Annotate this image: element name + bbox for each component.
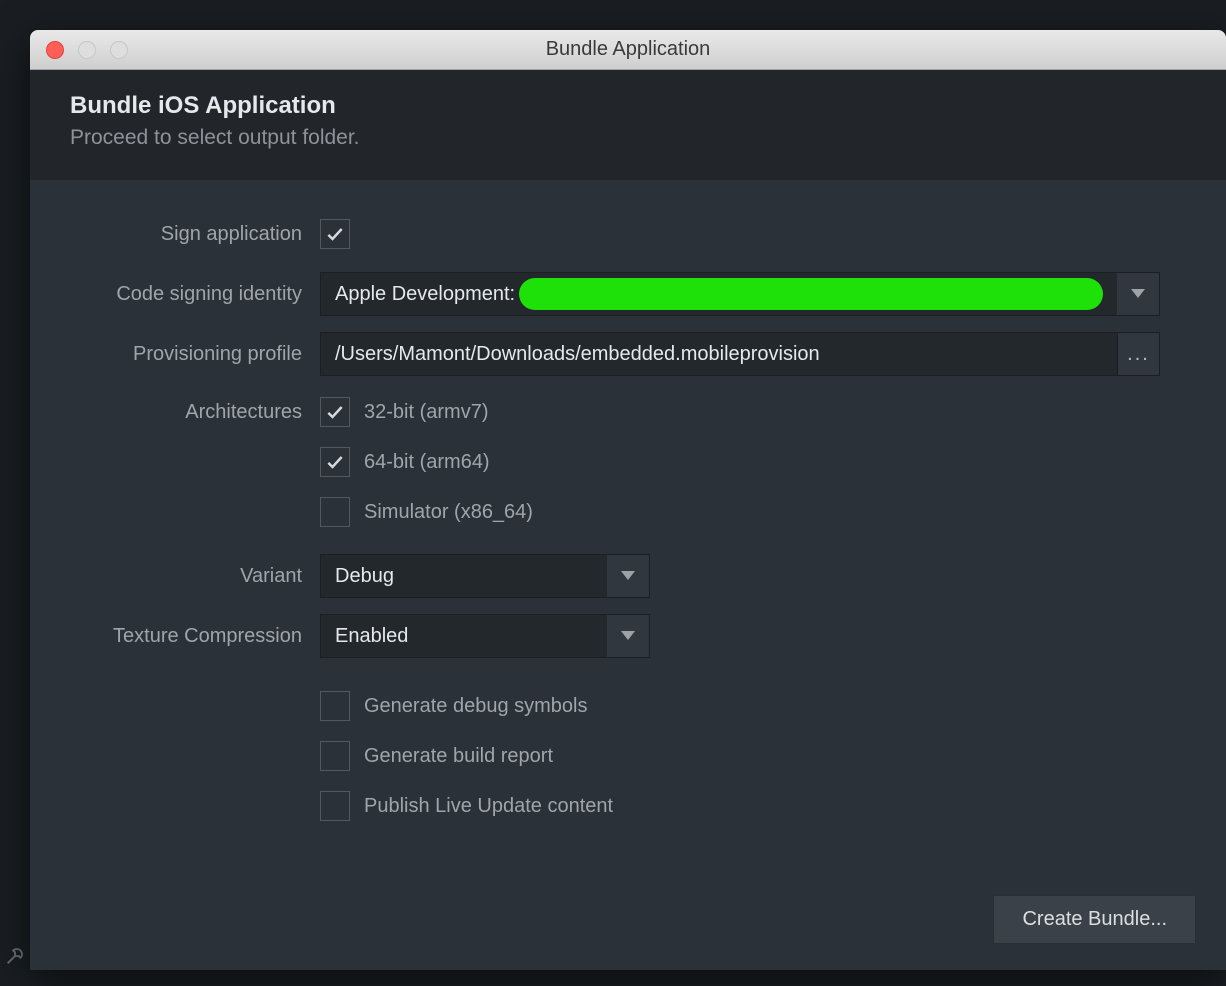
publish-live-update-label: Publish Live Update content (364, 795, 613, 818)
publish-live-update-checkbox[interactable] (320, 791, 350, 821)
window-zoom-button[interactable] (110, 41, 128, 59)
texture-compression-label: Texture Compression (60, 625, 320, 648)
provisioning-profile-input[interactable]: /Users/Mamont/Downloads/embedded.mobilep… (320, 332, 1118, 376)
arch-arm64-label: 64-bit (arm64) (364, 451, 490, 474)
generate-build-report-checkbox[interactable] (320, 741, 350, 771)
code-signing-identity-dropdown[interactable]: Apple Development: (320, 272, 1160, 316)
texture-compression-dropdown[interactable]: Enabled (320, 614, 650, 658)
provisioning-profile-label: Provisioning profile (60, 343, 320, 366)
texture-compression-value: Enabled (335, 625, 408, 648)
window-close-button[interactable] (46, 41, 64, 59)
background-tool-icon (0, 926, 30, 986)
arch-arm64-checkbox[interactable] (320, 447, 350, 477)
browse-provisioning-profile-button[interactable]: ... (1118, 332, 1160, 376)
arch-armv7-checkbox[interactable] (320, 397, 350, 427)
chevron-down-icon (607, 555, 649, 597)
title-bar: Bundle Application (30, 30, 1226, 70)
sign-application-label: Sign application (60, 223, 320, 246)
dialog-header: Bundle iOS Application Proceed to select… (30, 70, 1226, 180)
redacted-identity (519, 278, 1103, 310)
variant-dropdown[interactable]: Debug (320, 554, 650, 598)
generate-build-report-label: Generate build report (364, 745, 553, 768)
chevron-down-icon (607, 615, 649, 657)
chevron-down-icon (1117, 273, 1159, 315)
dialog-title: Bundle iOS Application (70, 92, 1186, 120)
arch-armv7-label: 32-bit (armv7) (364, 401, 488, 424)
provisioning-profile-value: /Users/Mamont/Downloads/embedded.mobilep… (335, 343, 820, 366)
window-title: Bundle Application (30, 38, 1226, 61)
bundle-application-window: Bundle Application Bundle iOS Applicatio… (30, 30, 1226, 970)
architectures-label: Architectures (60, 401, 320, 424)
variant-value: Debug (335, 565, 394, 588)
variant-label: Variant (60, 565, 320, 588)
code-signing-identity-label: Code signing identity (60, 283, 320, 306)
generate-debug-symbols-checkbox[interactable] (320, 691, 350, 721)
dialog-subtitle: Proceed to select output folder. (70, 126, 1186, 150)
arch-simulator-checkbox[interactable] (320, 497, 350, 527)
arch-simulator-label: Simulator (x86_64) (364, 501, 533, 524)
generate-debug-symbols-label: Generate debug symbols (364, 695, 587, 718)
create-bundle-button[interactable]: Create Bundle... (993, 895, 1196, 944)
window-minimize-button[interactable] (78, 41, 96, 59)
code-signing-identity-value: Apple Development: (335, 283, 515, 306)
form-area: Sign application Code signing identity A… (30, 180, 1226, 970)
sign-application-checkbox[interactable] (320, 219, 350, 249)
